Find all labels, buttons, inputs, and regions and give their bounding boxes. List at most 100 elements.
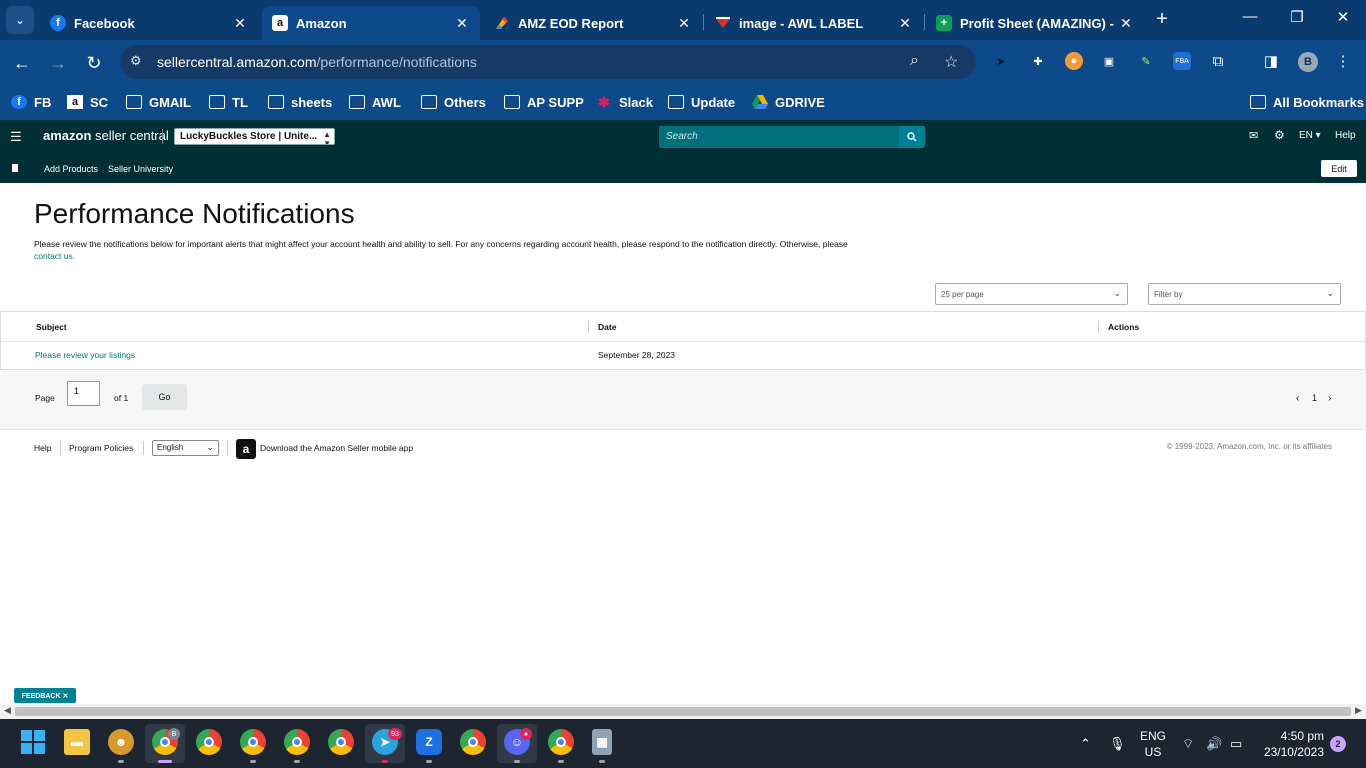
folder-icon bbox=[668, 95, 684, 109]
prev-page-button[interactable]: ‹ bbox=[1296, 393, 1299, 404]
profile-avatar[interactable]: B bbox=[1298, 52, 1318, 72]
feedback-button[interactable]: FEEDBACK ✕ bbox=[14, 688, 76, 703]
page-number-input[interactable]: 1 bbox=[67, 381, 100, 406]
folder-icon bbox=[126, 95, 142, 109]
column-header-subject[interactable]: Subject bbox=[36, 322, 67, 332]
input-language[interactable]: ENG US bbox=[1138, 728, 1168, 760]
edit-button[interactable]: Edit bbox=[1321, 160, 1357, 177]
chrome-icon[interactable] bbox=[240, 729, 266, 755]
extension-fba-icon[interactable]: FBA bbox=[1173, 52, 1191, 70]
language-menu[interactable]: EN ▾ bbox=[1299, 130, 1321, 141]
bookmark-update[interactable]: Update bbox=[668, 92, 735, 112]
add-products-link[interactable]: Add Products bbox=[44, 164, 98, 174]
close-tab-icon[interactable]: ✕ bbox=[1118, 15, 1134, 32]
minimize-icon[interactable]: — bbox=[1240, 8, 1260, 25]
scroll-left-icon[interactable]: ◀ bbox=[4, 705, 11, 716]
menu-kebab-icon[interactable]: ⋮ bbox=[1334, 52, 1352, 70]
chrome-icon[interactable] bbox=[196, 729, 222, 755]
next-page-button[interactable]: › bbox=[1328, 393, 1331, 404]
scroll-right-icon[interactable]: ▶ bbox=[1355, 705, 1362, 716]
bookmark-others[interactable]: Others bbox=[421, 92, 486, 112]
show-hidden-icons-chevron-icon[interactable]: ⌃ bbox=[1080, 736, 1091, 752]
system-clock[interactable]: 4:50 pm 23/10/2023 bbox=[1258, 728, 1324, 760]
app-face-icon[interactable]: ☻ bbox=[108, 729, 134, 755]
bookmark-fb[interactable]: f FB bbox=[11, 92, 51, 112]
tab-amazon[interactable]: a Amazon ✕ bbox=[262, 6, 480, 40]
tab-amz-eod-report[interactable]: AMZ EOD Report ✕ bbox=[484, 6, 702, 40]
bookmark-icon[interactable] bbox=[12, 164, 18, 172]
extension-orange-icon[interactable]: ● bbox=[1065, 52, 1083, 70]
search-icon[interactable] bbox=[899, 126, 925, 148]
seller-central-logo[interactable]: amazon seller central bbox=[43, 128, 169, 143]
contact-us-link[interactable]: contact us. bbox=[34, 251, 75, 261]
extension-puzzle-blue-icon[interactable]: ✚ bbox=[1029, 52, 1047, 70]
forward-button[interactable]: → bbox=[47, 52, 69, 74]
all-bookmarks[interactable]: All Bookmarks bbox=[1250, 92, 1364, 112]
restore-icon[interactable]: ❐ bbox=[1287, 8, 1307, 26]
bookmark-gdrive[interactable]: GDRIVE bbox=[752, 92, 825, 112]
program-policies-link[interactable]: Program Policies bbox=[69, 443, 133, 453]
current-page-number[interactable]: 1 bbox=[1312, 393, 1317, 403]
back-button[interactable]: ← bbox=[11, 52, 33, 74]
close-tab-icon[interactable]: ✕ bbox=[232, 15, 248, 32]
amazon-app-icon[interactable]: a bbox=[236, 439, 256, 459]
side-panel-icon[interactable]: ◨ bbox=[1262, 52, 1280, 70]
tab-profit-sheet[interactable]: + Profit Sheet (AMAZING) - G ✕ bbox=[926, 6, 1144, 40]
scrollbar-thumb[interactable] bbox=[15, 707, 1351, 716]
bookmark-slack[interactable]: ✱ Slack bbox=[596, 92, 653, 112]
site-info-icon[interactable]: ⚙ bbox=[130, 53, 142, 69]
tab-search-button[interactable]: ⌄ bbox=[6, 6, 34, 34]
close-tab-icon[interactable]: ✕ bbox=[897, 15, 913, 32]
hamburger-menu-icon[interactable]: ☰ bbox=[10, 129, 22, 145]
bookmark-ap-supp[interactable]: AP SUPP bbox=[504, 92, 584, 112]
tab-facebook[interactable]: f Facebook ✕ bbox=[40, 6, 258, 40]
close-tab-icon[interactable]: ✕ bbox=[454, 15, 470, 32]
go-button[interactable]: Go bbox=[142, 384, 187, 410]
extension-dropper-icon[interactable]: ✎ bbox=[1137, 52, 1155, 70]
extension-camera-icon[interactable]: ▣ bbox=[1100, 52, 1118, 70]
volume-icon[interactable]: 🔊 bbox=[1206, 736, 1222, 752]
bookmark-sc[interactable]: a SC bbox=[67, 92, 108, 112]
help-link[interactable]: Help bbox=[1335, 130, 1356, 141]
download-app-link[interactable]: Download the Amazon Seller mobile app bbox=[260, 443, 413, 453]
language-select[interactable]: English ⌄ bbox=[152, 440, 219, 456]
address-bar[interactable]: ⚙ sellercentral.amazon.com/performance/n… bbox=[120, 45, 976, 79]
wifi-icon[interactable]: ⌔ bbox=[1182, 736, 1194, 752]
mail-icon[interactable]: ✉ bbox=[1249, 129, 1258, 142]
zoom-icon[interactable]: ⌕ bbox=[910, 52, 919, 70]
start-windows-icon[interactable] bbox=[20, 729, 46, 755]
chrome-icon[interactable] bbox=[460, 729, 486, 755]
close-window-icon[interactable]: ✕ bbox=[1333, 8, 1353, 26]
file-explorer-icon[interactable]: ▬ bbox=[64, 729, 90, 755]
close-tab-icon[interactable]: ✕ bbox=[676, 15, 692, 32]
extensions-puzzle-icon[interactable]: ⧉ bbox=[1209, 52, 1227, 70]
bookmark-awl[interactable]: AWL bbox=[349, 92, 401, 112]
search-input[interactable]: Search bbox=[659, 126, 899, 148]
per-page-select[interactable]: 25 per page ⌄ bbox=[935, 283, 1128, 305]
gear-icon[interactable]: ⚙ bbox=[1274, 128, 1285, 142]
bookmark-tl[interactable]: TL bbox=[209, 92, 248, 112]
chrome-icon[interactable] bbox=[548, 729, 574, 755]
store-selector[interactable]: LuckyBuckles Store | Unite... ▲ ▼ bbox=[174, 128, 335, 145]
new-tab-button[interactable]: + bbox=[1152, 8, 1172, 31]
reload-button[interactable]: ↻ bbox=[83, 52, 105, 74]
chrome-icon[interactable] bbox=[328, 729, 354, 755]
url-text[interactable]: sellercentral.amazon.com/performance/not… bbox=[157, 54, 477, 70]
column-header-date[interactable]: Date bbox=[598, 322, 616, 332]
notification-badge[interactable]: 2 bbox=[1330, 736, 1346, 752]
zoom-app-icon[interactable]: Z bbox=[416, 729, 442, 755]
battery-icon[interactable]: ▭ bbox=[1230, 736, 1242, 752]
microphone-icon[interactable]: 🎙 bbox=[1109, 736, 1126, 752]
bookmark-sheets[interactable]: sheets bbox=[268, 92, 332, 112]
chrome-icon[interactable] bbox=[284, 729, 310, 755]
bookmark-star-icon[interactable]: ☆ bbox=[944, 52, 958, 72]
seller-university-link[interactable]: Seller University bbox=[108, 164, 173, 174]
bookmark-gmail[interactable]: GMAIL bbox=[126, 92, 191, 112]
filter-select[interactable]: Filter by ⌄ bbox=[1148, 283, 1341, 305]
footer-help-link[interactable]: Help bbox=[34, 443, 51, 453]
extension-arrow-icon[interactable]: ➤ bbox=[992, 52, 1010, 70]
notification-subject-link[interactable]: Please review your listings bbox=[35, 350, 135, 360]
horizontal-scrollbar[interactable]: ◀ ▶ bbox=[0, 704, 1366, 719]
calculator-icon[interactable]: ▦ bbox=[592, 729, 612, 755]
tab-awl-label[interactable]: image - AWL LABEL ✕ bbox=[705, 6, 923, 40]
